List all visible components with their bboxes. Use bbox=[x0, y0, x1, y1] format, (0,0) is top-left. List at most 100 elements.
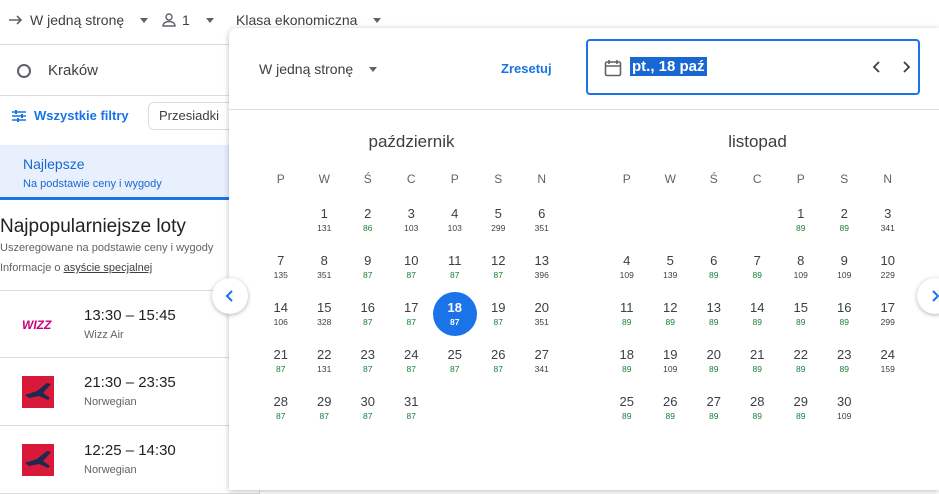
day-cell[interactable]: 3 103 bbox=[390, 199, 434, 246]
chevron-down-icon bbox=[373, 17, 382, 23]
day-cell[interactable]: 24 87 bbox=[390, 340, 434, 387]
day-number: 28 bbox=[750, 394, 765, 409]
day-cell[interactable]: 25 87 bbox=[433, 340, 477, 387]
assistance-link[interactable]: asyście specjalnej bbox=[64, 262, 153, 274]
day-cell[interactable]: 26 87 bbox=[477, 340, 521, 387]
day-price: 299 bbox=[491, 223, 506, 233]
cabin-class-select[interactable]: Klasa ekonomiczna bbox=[236, 12, 382, 28]
day-cell[interactable]: 9 87 bbox=[346, 246, 390, 293]
day-cell[interactable]: 14 89 bbox=[736, 293, 780, 340]
day-cell[interactable]: 27 341 bbox=[520, 340, 564, 387]
day-cell[interactable]: 11 87 bbox=[433, 246, 477, 293]
weekday-label: W bbox=[318, 172, 330, 186]
day-cell[interactable]: 10 87 bbox=[390, 246, 434, 293]
chevron-right-icon[interactable] bbox=[898, 59, 914, 75]
day-cell[interactable]: 15 89 bbox=[779, 293, 823, 340]
day-cell[interactable]: 17 87 bbox=[390, 293, 434, 340]
day-cell[interactable]: 18 89 bbox=[605, 340, 649, 387]
day-cell[interactable]: 24 159 bbox=[866, 340, 910, 387]
day-cell[interactable]: 19 87 bbox=[477, 293, 521, 340]
svg-text:WIZZ: WIZZ bbox=[22, 318, 52, 332]
day-cell[interactable]: 15 328 bbox=[303, 293, 347, 340]
flight-row[interactable]: 21:30 – 23:35 Norwegian bbox=[0, 358, 260, 426]
day-cell[interactable]: 21 87 bbox=[259, 340, 303, 387]
panel-trip-type-select[interactable]: W jedną stronę bbox=[259, 61, 378, 77]
day-number: 26 bbox=[663, 394, 678, 409]
day-cell[interactable]: 8 351 bbox=[303, 246, 347, 293]
passengers-select[interactable]: 1 bbox=[162, 12, 214, 28]
day-price: 89 bbox=[752, 270, 762, 280]
chevron-left-icon[interactable] bbox=[869, 59, 885, 75]
day-price: 159 bbox=[880, 364, 895, 374]
day-cell[interactable]: 3 341 bbox=[866, 199, 910, 246]
day-price: 341 bbox=[880, 223, 895, 233]
day-price: 87 bbox=[276, 364, 286, 374]
day-cell[interactable]: 22 131 bbox=[303, 340, 347, 387]
day-price: 89 bbox=[796, 364, 806, 374]
day-cell[interactable]: 28 89 bbox=[736, 387, 780, 434]
day-cell[interactable]: 1 89 bbox=[779, 199, 823, 246]
selected-day-cell[interactable]: 18 87 bbox=[433, 292, 477, 340]
day-cell[interactable]: 30 87 bbox=[346, 387, 390, 434]
day-number: 4 bbox=[623, 253, 631, 268]
day-price: 139 bbox=[663, 270, 678, 280]
day-cell[interactable]: 26 89 bbox=[649, 387, 693, 434]
day-cell[interactable]: 7 135 bbox=[259, 246, 303, 293]
day-cell[interactable]: 14 106 bbox=[259, 293, 303, 340]
day-cell[interactable]: 16 87 bbox=[346, 293, 390, 340]
day-cell[interactable]: 13 89 bbox=[692, 293, 736, 340]
day-cell[interactable]: 19 109 bbox=[649, 340, 693, 387]
day-cell[interactable]: 17 299 bbox=[866, 293, 910, 340]
day-cell[interactable]: 21 89 bbox=[736, 340, 780, 387]
day-cell[interactable]: 7 89 bbox=[736, 246, 780, 293]
reset-button[interactable]: Zresetuj bbox=[501, 61, 552, 76]
day-number: 3 bbox=[407, 206, 415, 221]
previous-month-button[interactable] bbox=[212, 278, 248, 314]
day-cell[interactable]: 23 89 bbox=[823, 340, 867, 387]
day-cell[interactable]: 23 87 bbox=[346, 340, 390, 387]
day-cell[interactable]: 30 109 bbox=[823, 387, 867, 434]
day-cell[interactable]: 22 89 bbox=[779, 340, 823, 387]
day-cell[interactable]: 6 89 bbox=[692, 246, 736, 293]
day-cell[interactable]: 31 87 bbox=[390, 387, 434, 434]
day-number: 20 bbox=[706, 347, 721, 362]
day-cell[interactable]: 25 89 bbox=[605, 387, 649, 434]
day-number: 14 bbox=[750, 300, 765, 315]
day-cell[interactable]: 27 89 bbox=[692, 387, 736, 434]
day-number: 13 bbox=[706, 300, 721, 315]
day-cell[interactable]: 20 351 bbox=[520, 293, 564, 340]
flight-row[interactable]: 12:25 – 14:30 Norwegian bbox=[0, 426, 260, 494]
day-cell[interactable]: 2 86 bbox=[346, 199, 390, 246]
trip-type-select[interactable]: W jedną stronę bbox=[8, 12, 149, 28]
day-cell[interactable]: 5 299 bbox=[477, 199, 521, 246]
day-cell[interactable]: 12 87 bbox=[477, 246, 521, 293]
day-cell[interactable]: 9 109 bbox=[823, 246, 867, 293]
sort-tab-best[interactable]: Najlepsze Na podstawie ceny i wygody bbox=[0, 145, 260, 200]
day-cell[interactable]: 29 87 bbox=[303, 387, 347, 434]
day-cell[interactable]: 5 139 bbox=[649, 246, 693, 293]
day-cell[interactable]: 1 131 bbox=[303, 199, 347, 246]
day-cell[interactable]: 20 89 bbox=[692, 340, 736, 387]
departure-date-field[interactable]: pt., 18 paź bbox=[586, 39, 920, 95]
day-cell[interactable]: 2 89 bbox=[823, 199, 867, 246]
day-cell[interactable]: 16 89 bbox=[823, 293, 867, 340]
day-number: 13 bbox=[534, 253, 549, 268]
all-filters-label: Wszystkie filtry bbox=[34, 108, 129, 123]
flight-airline: Wizz Air bbox=[84, 329, 124, 341]
day-cell[interactable]: 4 109 bbox=[605, 246, 649, 293]
day-cell[interactable]: 29 89 bbox=[779, 387, 823, 434]
day-price: 229 bbox=[880, 270, 895, 280]
day-number: 25 bbox=[447, 347, 462, 362]
day-cell[interactable]: 28 87 bbox=[259, 387, 303, 434]
day-cell[interactable]: 13 396 bbox=[520, 246, 564, 293]
origin-field[interactable]: Kraków bbox=[0, 44, 260, 96]
day-cell[interactable]: 10 229 bbox=[866, 246, 910, 293]
day-number: 19 bbox=[663, 347, 678, 362]
day-cell[interactable]: 11 89 bbox=[605, 293, 649, 340]
day-cell[interactable]: 6 351 bbox=[520, 199, 564, 246]
day-cell[interactable]: 4 103 bbox=[433, 199, 477, 246]
all-filters-button[interactable]: Wszystkie filtry bbox=[12, 108, 129, 123]
day-cell[interactable]: 12 89 bbox=[649, 293, 693, 340]
day-cell[interactable]: 8 109 bbox=[779, 246, 823, 293]
day-price: 89 bbox=[796, 223, 806, 233]
